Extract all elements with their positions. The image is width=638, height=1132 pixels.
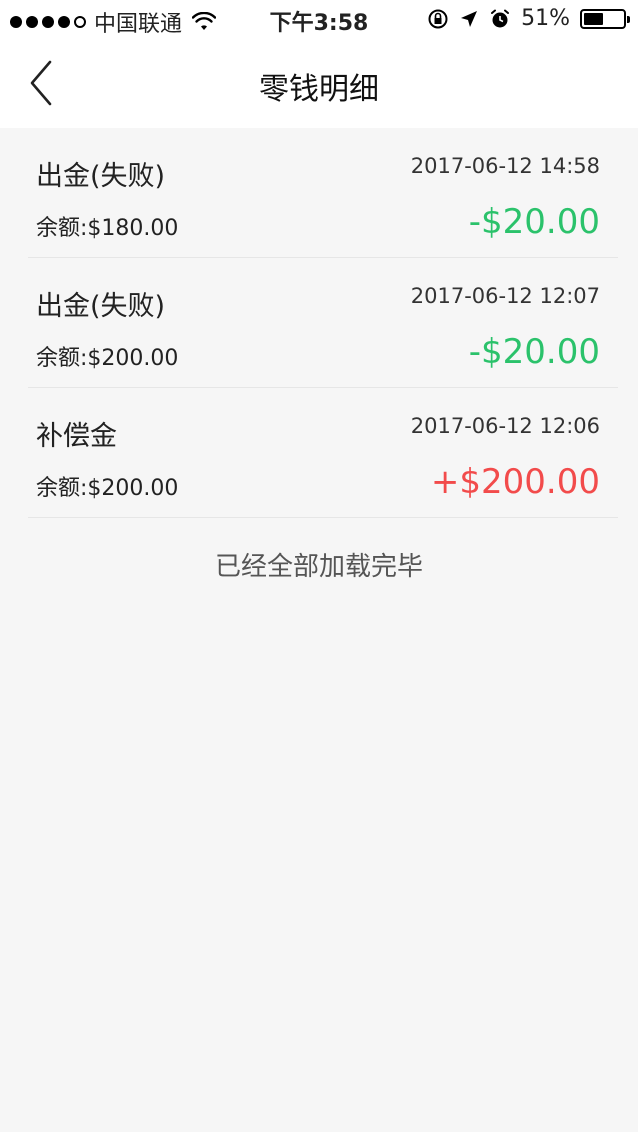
transaction-row[interactable]: 出金(失败) 2017-06-12 12:07 余额:$200.00 -$20.00 xyxy=(0,258,638,388)
balance-value: $180.00 xyxy=(87,216,179,241)
transaction-amount: +$200.00 xyxy=(430,462,600,502)
balance-value: $200.00 xyxy=(87,346,179,371)
transaction-datetime: 2017-06-12 12:07 xyxy=(410,284,600,308)
battery-cap xyxy=(627,15,630,23)
page-title: 零钱明细 xyxy=(259,72,379,107)
status-right: 51% xyxy=(427,6,630,31)
transaction-datetime: 2017-06-12 12:06 xyxy=(410,414,600,438)
loaded-all-message: 已经全部加载完毕 xyxy=(214,552,423,582)
balance-line: 余额:$180.00 xyxy=(36,210,178,242)
transaction-type: 出金(失败) xyxy=(36,291,166,322)
balance-label: 余额: xyxy=(36,476,88,501)
row-divider xyxy=(28,517,618,518)
location-icon xyxy=(461,10,478,27)
balance-line: 余额:$200.00 xyxy=(36,340,178,372)
nav-bar: 零钱明细 xyxy=(0,40,638,128)
balance-line: 余额:$200.00 xyxy=(36,470,178,502)
transaction-amount: -$20.00 xyxy=(468,202,600,242)
battery-fill xyxy=(584,12,603,25)
transaction-list: 出金(失败) 2017-06-12 14:58 余额:$180.00 -$20.00 出… xyxy=(0,128,638,518)
balance-value: $200.00 xyxy=(87,476,179,501)
transaction-datetime: 2017-06-12 14:58 xyxy=(410,154,600,178)
rotation-lock-icon xyxy=(428,9,448,28)
battery-icon xyxy=(580,8,630,29)
alarm-icon xyxy=(491,9,510,27)
balance-label: 余额: xyxy=(36,216,88,241)
transaction-type: 出金(失败) xyxy=(36,161,166,192)
transaction-type: 补偿金 xyxy=(36,421,117,452)
transaction-row[interactable]: 出金(失败) 2017-06-12 14:58 余额:$180.00 -$20.00 xyxy=(0,128,638,258)
balance-label: 余额: xyxy=(36,346,88,371)
status-bar: 中国联通 下午3:58 51% xyxy=(0,0,638,40)
transaction-row[interactable]: 补偿金 2017-06-12 12:06 余额:$200.00 +$200.00 xyxy=(0,388,638,518)
transaction-amount: -$20.00 xyxy=(468,332,600,372)
battery-percent: 51% xyxy=(521,6,570,31)
